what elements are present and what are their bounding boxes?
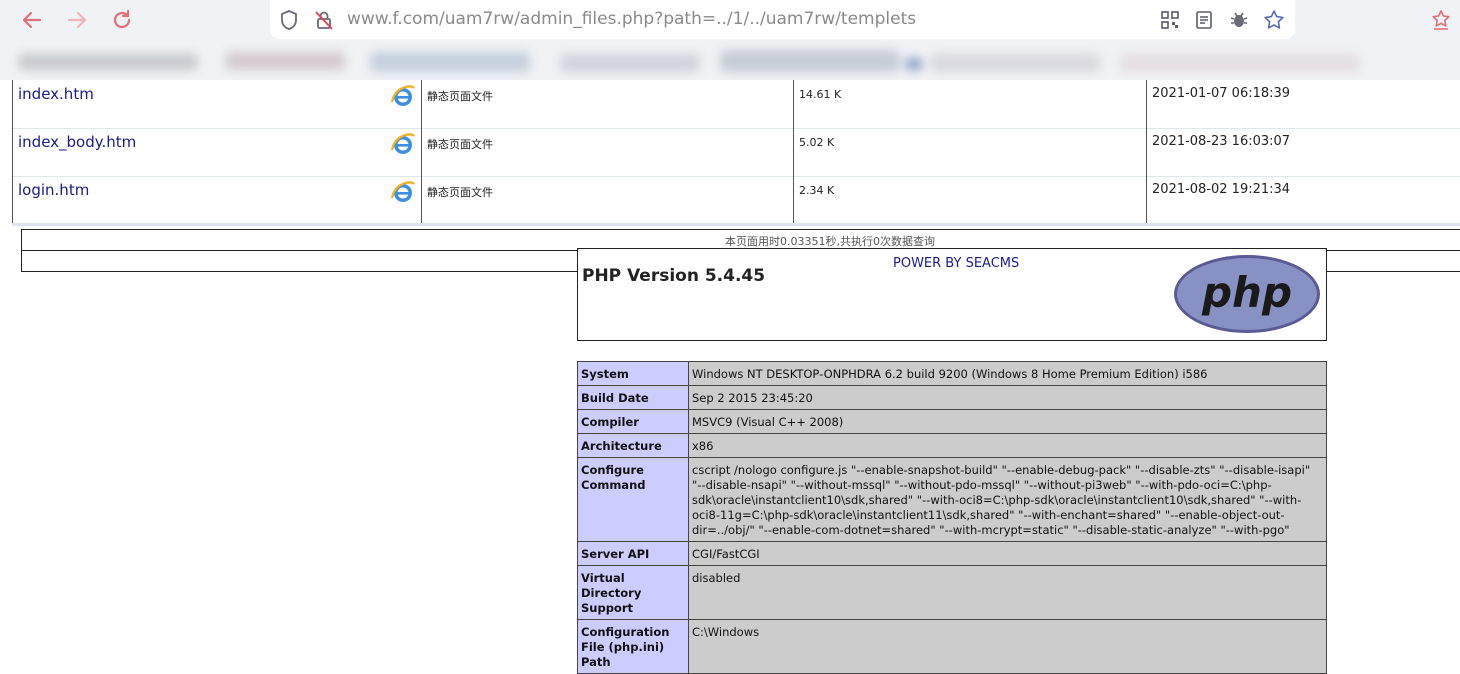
table-row: Architecture x86 — [577, 433, 1327, 458]
ie-file-icon — [389, 178, 417, 210]
file-link[interactable]: index.htm — [18, 85, 94, 103]
reader-mode-icon[interactable] — [1193, 9, 1215, 31]
info-value: CGI/FastCGI — [688, 541, 1327, 566]
table-row: Configure Command cscript /nologo config… — [577, 457, 1327, 542]
table-row: Virtual Directory Support disabled — [577, 565, 1327, 620]
info-key: Compiler — [577, 409, 689, 434]
file-type: 静态页面文件 — [427, 186, 493, 199]
file-link[interactable]: login.htm — [18, 181, 89, 199]
table-row: System Windows NT DESKTOP-ONPHDRA 6.2 bu… — [577, 361, 1327, 386]
bug-icon[interactable] — [1228, 9, 1250, 31]
extension-icon[interactable] — [1427, 6, 1455, 34]
php-logo: php — [1174, 255, 1320, 333]
info-key: Server API — [577, 541, 689, 566]
phpinfo-header: PHP Version 5.4.45 POWER BY SEACMS php — [577, 248, 1327, 341]
file-size: 2.34 K — [799, 184, 835, 197]
address-bar[interactable]: www.f.com/uam7rw/admin_files.php?path=..… — [270, 0, 1295, 39]
file-size: 14.61 K — [799, 88, 842, 101]
info-value: disabled — [688, 565, 1327, 620]
phpinfo-table: System Windows NT DESKTOP-ONPHDRA 6.2 bu… — [577, 361, 1327, 674]
star-icon[interactable] — [1263, 9, 1285, 31]
info-key: Virtual Directory Support — [577, 565, 689, 620]
file-size: 5.02 K — [799, 136, 835, 149]
reload-icon[interactable] — [108, 6, 136, 34]
info-value: Windows NT DESKTOP-ONPHDRA 6.2 build 920… — [688, 361, 1327, 386]
info-value: Sep 2 2015 23:45:20 — [688, 385, 1327, 410]
php-version-title: PHP Version 5.4.45 — [582, 266, 766, 286]
info-key: System — [577, 361, 689, 386]
file-modified: 2021-08-02 19:21:34 — [1152, 182, 1291, 197]
forward-icon[interactable] — [63, 6, 91, 34]
ie-file-icon — [389, 130, 417, 162]
ie-file-icon — [389, 82, 417, 114]
insecure-lock-icon[interactable] — [313, 9, 335, 31]
url-text[interactable]: www.f.com/uam7rw/admin_files.php?path=..… — [347, 9, 916, 29]
file-type: 静态页面文件 — [427, 90, 493, 103]
qr-code-icon[interactable] — [1159, 9, 1181, 31]
file-modified: 2021-08-23 16:03:07 — [1152, 134, 1291, 149]
info-value: x86 — [688, 433, 1327, 458]
file-link[interactable]: index_body.htm — [18, 133, 136, 151]
info-value: cscript /nologo configure.js "--enable-s… — [688, 457, 1327, 542]
table-row: Compiler MSVC9 (Visual C++ 2008) — [577, 409, 1327, 434]
info-key: Configure Command — [577, 457, 689, 542]
php-logo-text: php — [1201, 268, 1292, 317]
file-type: 静态页面文件 — [427, 138, 493, 151]
file-modified: 2021-01-07 06:18:39 — [1152, 86, 1291, 101]
info-key: Configuration File (php.ini) Path — [577, 619, 689, 674]
table-divider — [12, 223, 1460, 226]
power-by-text: POWER BY SEACMS — [893, 256, 1020, 271]
bookmarks-bar — [0, 40, 1460, 80]
table-row: Server API CGI/FastCGI — [577, 541, 1327, 566]
page-timing-text: 本页面用时0.03351秒,共执行0次数据查询 — [725, 235, 935, 248]
shield-icon[interactable] — [278, 9, 300, 31]
browser-toolbar: www.f.com/uam7rw/admin_files.php?path=..… — [0, 0, 1460, 80]
back-icon[interactable] — [18, 6, 46, 34]
table-row: index.htm 静态页面文件 14.61 K 2021-01-07 06:1… — [12, 80, 1460, 129]
table-row: index_body.htm 静态页面文件 5.02 K 2021-08-23 … — [12, 128, 1460, 177]
info-key: Build Date — [577, 385, 689, 410]
table-row: Configuration File (php.ini) Path C:\Win… — [577, 619, 1327, 674]
info-key: Architecture — [577, 433, 689, 458]
info-value: MSVC9 (Visual C++ 2008) — [688, 409, 1327, 434]
info-value: C:\Windows — [688, 619, 1327, 674]
table-row: Build Date Sep 2 2015 23:45:20 — [577, 385, 1327, 410]
table-row: login.htm 静态页面文件 2.34 K 2021-08-02 19:21… — [12, 176, 1460, 225]
